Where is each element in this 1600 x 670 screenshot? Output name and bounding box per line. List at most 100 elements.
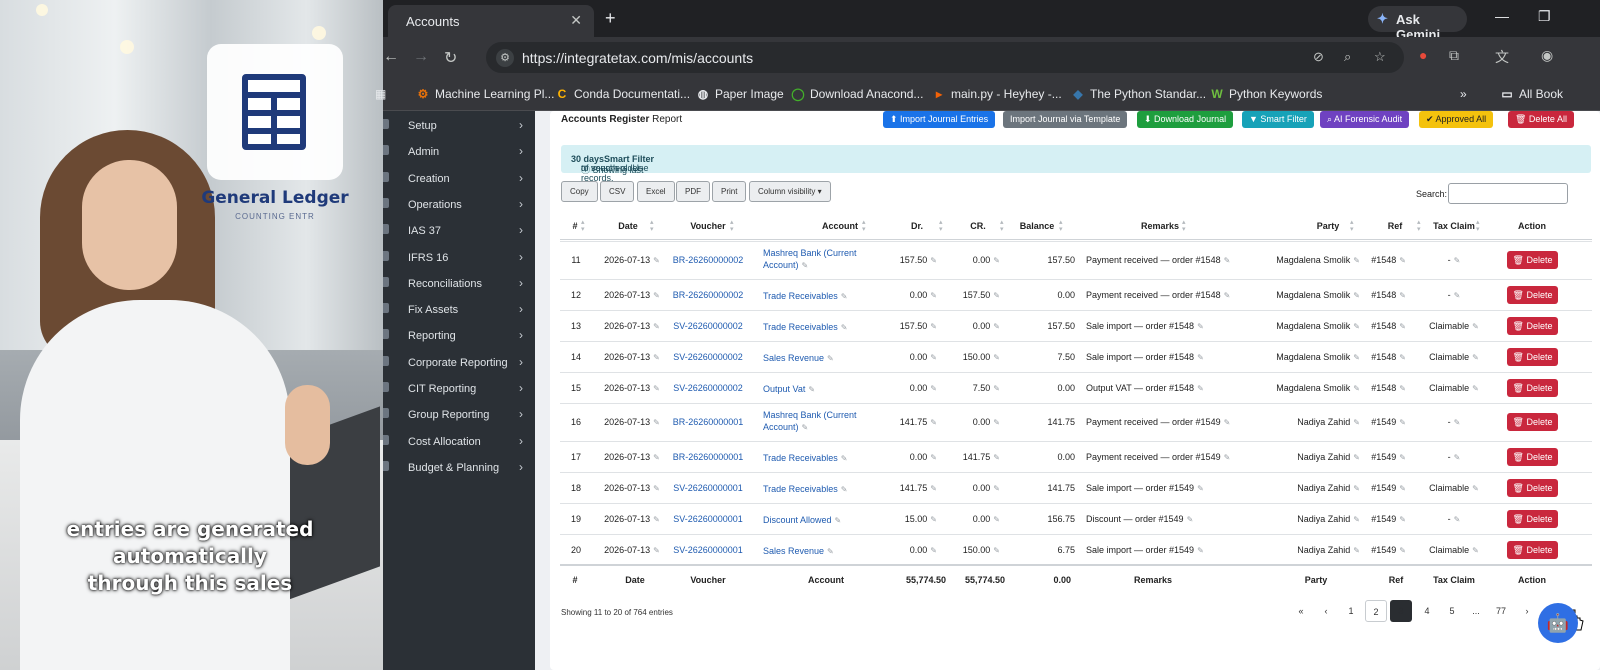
edit-pencil-icon[interactable]: ✎ (930, 484, 937, 493)
cell-voucher[interactable]: SV-26260000002 (673, 383, 743, 393)
bookmark-item[interactable]: C Conda Documentati... (555, 87, 690, 101)
cell-voucher[interactable]: BR-26260000001 (673, 417, 744, 427)
edit-pencil-icon[interactable]: ✎ (653, 353, 660, 362)
extensions-puzzle-icon[interactable]: ⧉ (1449, 47, 1459, 64)
edit-pencil-icon[interactable]: ✎ (653, 291, 660, 300)
bookmark-item[interactable]: ◍ Paper Image (696, 87, 784, 101)
edit-pencil-icon[interactable]: ✎ (1454, 256, 1461, 265)
column-header-ref[interactable]: Ref (1388, 221, 1403, 231)
edit-pencil-icon[interactable]: ✎ (1454, 453, 1461, 462)
edit-pencil-icon[interactable]: ✎ (1454, 515, 1461, 524)
voucher-link[interactable]: SV-26260000001 (673, 483, 743, 493)
edit-pencil-icon[interactable]: ✎ (1399, 515, 1406, 524)
account-link[interactable]: Discount Allowed (763, 515, 832, 525)
edit-pencil-icon[interactable]: ✎ (930, 256, 937, 265)
delete-row-button[interactable]: 🗑 Delete (1507, 285, 1558, 304)
edit-pencil-icon[interactable]: ✎ (841, 485, 848, 494)
search-input[interactable] (1448, 183, 1568, 204)
edit-pencil-icon[interactable]: ✎ (1472, 322, 1479, 331)
edit-pencil-icon[interactable]: ✎ (1399, 353, 1406, 362)
export-column-button[interactable]: Column visibility ▾ (749, 181, 831, 202)
edit-pencil-icon[interactable]: ✎ (653, 322, 660, 331)
edit-pencil-icon[interactable]: ✎ (993, 353, 1000, 362)
edit-pencil-icon[interactable]: ✎ (930, 291, 937, 300)
zoom-icon[interactable]: ⌕ (1344, 49, 1351, 65)
forward-icon[interactable]: → (413, 48, 429, 66)
page-link[interactable]: ... (1465, 600, 1487, 622)
sidebar-item[interactable]: Corporate Reporting › (383, 350, 535, 376)
column-header-cr[interactable]: CR. (970, 221, 986, 231)
page-link[interactable]: 1 (1340, 600, 1362, 622)
account-link[interactable]: Account) (763, 260, 799, 270)
edit-pencil-icon[interactable]: ✎ (841, 454, 848, 463)
voucher-link[interactable]: BR-26260000001 (673, 452, 744, 462)
back-icon[interactable]: ← (383, 48, 399, 66)
action-button[interactable]: ⬇ Download Journal (1137, 111, 1234, 128)
sidebar-item[interactable]: Reporting › (383, 323, 535, 349)
cell-account[interactable]: Trade Receivables ✎ (763, 452, 847, 465)
sidebar-item[interactable]: IAS 37 › (383, 218, 535, 244)
edit-pencil-icon[interactable]: ✎ (653, 384, 660, 393)
edit-pencil-icon[interactable]: ✎ (1472, 484, 1479, 493)
page-link[interactable]: 2 (1365, 600, 1387, 622)
bookmark-item[interactable]: ⚙ Machine Learning Pl... (416, 87, 555, 101)
ask-gemini-button[interactable]: ✦ Ask Gemini (1368, 6, 1467, 42)
edit-pencil-icon[interactable]: ✎ (993, 453, 1000, 462)
edit-pencil-icon[interactable]: ✎ (827, 354, 834, 363)
action-button[interactable]: Import Journal via Template (1003, 111, 1128, 128)
column-header-voucher[interactable]: Voucher (690, 221, 725, 231)
edit-pencil-icon[interactable]: ✎ (1353, 546, 1360, 555)
edit-pencil-icon[interactable]: ✎ (802, 261, 809, 270)
delete-row-button[interactable]: 🗑 Delete (1507, 540, 1558, 559)
sort-icon[interactable]: ▴ ▾ (730, 219, 734, 233)
cell-account[interactable]: Trade Receivables ✎ (763, 483, 847, 496)
column-header-action[interactable]: Action (1518, 221, 1546, 231)
cell-voucher[interactable]: BR-26260000002 (673, 290, 744, 300)
all-bookmarks[interactable]: ▭ All Book (1500, 87, 1563, 101)
column-header-remarks[interactable]: Remarks (1141, 221, 1179, 231)
cell-account[interactable]: Mashreq Bank (Current Account) ✎ (763, 247, 857, 272)
edit-pencil-icon[interactable]: ✎ (1224, 453, 1231, 462)
edit-pencil-icon[interactable]: ✎ (993, 291, 1000, 300)
cell-voucher[interactable]: SV-26260000002 (673, 321, 743, 331)
edit-pencil-icon[interactable]: ✎ (1399, 546, 1406, 555)
cell-voucher[interactable]: SV-26260000001 (673, 483, 743, 493)
sidebar-item[interactable]: Setup › (383, 113, 535, 139)
edit-pencil-icon[interactable]: ✎ (1454, 418, 1461, 427)
edit-pencil-icon[interactable]: ✎ (1454, 291, 1461, 300)
edit-pencil-icon[interactable]: ✎ (1353, 515, 1360, 524)
edit-pencil-icon[interactable]: ✎ (653, 256, 660, 265)
new-tab-icon[interactable]: + (605, 8, 616, 29)
sort-icon[interactable]: ▴ ▾ (581, 219, 585, 233)
sort-icon[interactable]: ▴ ▾ (1000, 219, 1004, 233)
delete-row-button[interactable]: 🗑 Delete (1507, 378, 1558, 397)
restore-icon[interactable]: ❐ (1538, 8, 1551, 25)
edit-pencil-icon[interactable]: ✎ (1224, 418, 1231, 427)
edit-pencil-icon[interactable]: ✎ (930, 384, 937, 393)
edit-pencil-icon[interactable]: ✎ (1353, 256, 1360, 265)
edit-pencil-icon[interactable]: ✎ (1197, 484, 1204, 493)
column-header-balance[interactable]: Balance (1020, 221, 1055, 231)
close-tab-icon[interactable]: ✕ (570, 12, 582, 29)
edit-pencil-icon[interactable]: ✎ (653, 484, 660, 493)
delete-row-button[interactable]: 🗑 Delete (1507, 509, 1558, 528)
apps-icon[interactable]: ▦ (375, 87, 386, 101)
edit-pencil-icon[interactable]: ✎ (1399, 453, 1406, 462)
sort-icon[interactable]: ▴ ▾ (939, 219, 943, 233)
column-header-date[interactable]: Date (618, 221, 638, 231)
edit-pencil-icon[interactable]: ✎ (835, 516, 842, 525)
delete-row-button[interactable]: 🗑 Delete (1507, 347, 1558, 366)
cell-voucher[interactable]: SV-26260000001 (673, 514, 743, 524)
bookmark-item[interactable]: ▸ main.py - Heyhey -... (932, 87, 1062, 101)
edit-pencil-icon[interactable]: ✎ (993, 546, 1000, 555)
account-link[interactable]: Account) (763, 422, 799, 432)
action-button[interactable]: ⬆ Import Journal Entries (883, 111, 996, 128)
edit-pencil-icon[interactable]: ✎ (1224, 256, 1231, 265)
cell-account[interactable]: Sales Revenue ✎ (763, 545, 834, 558)
voucher-link[interactable]: SV-26260000001 (673, 514, 743, 524)
account-link[interactable]: Trade Receivables (763, 291, 838, 301)
sort-icon[interactable]: ▴ ▾ (1417, 219, 1421, 233)
edit-pencil-icon[interactable]: ✎ (1353, 322, 1360, 331)
more-bookmarks-icon[interactable]: » (1460, 87, 1467, 101)
cell-voucher[interactable]: SV-26260000001 (673, 545, 743, 555)
